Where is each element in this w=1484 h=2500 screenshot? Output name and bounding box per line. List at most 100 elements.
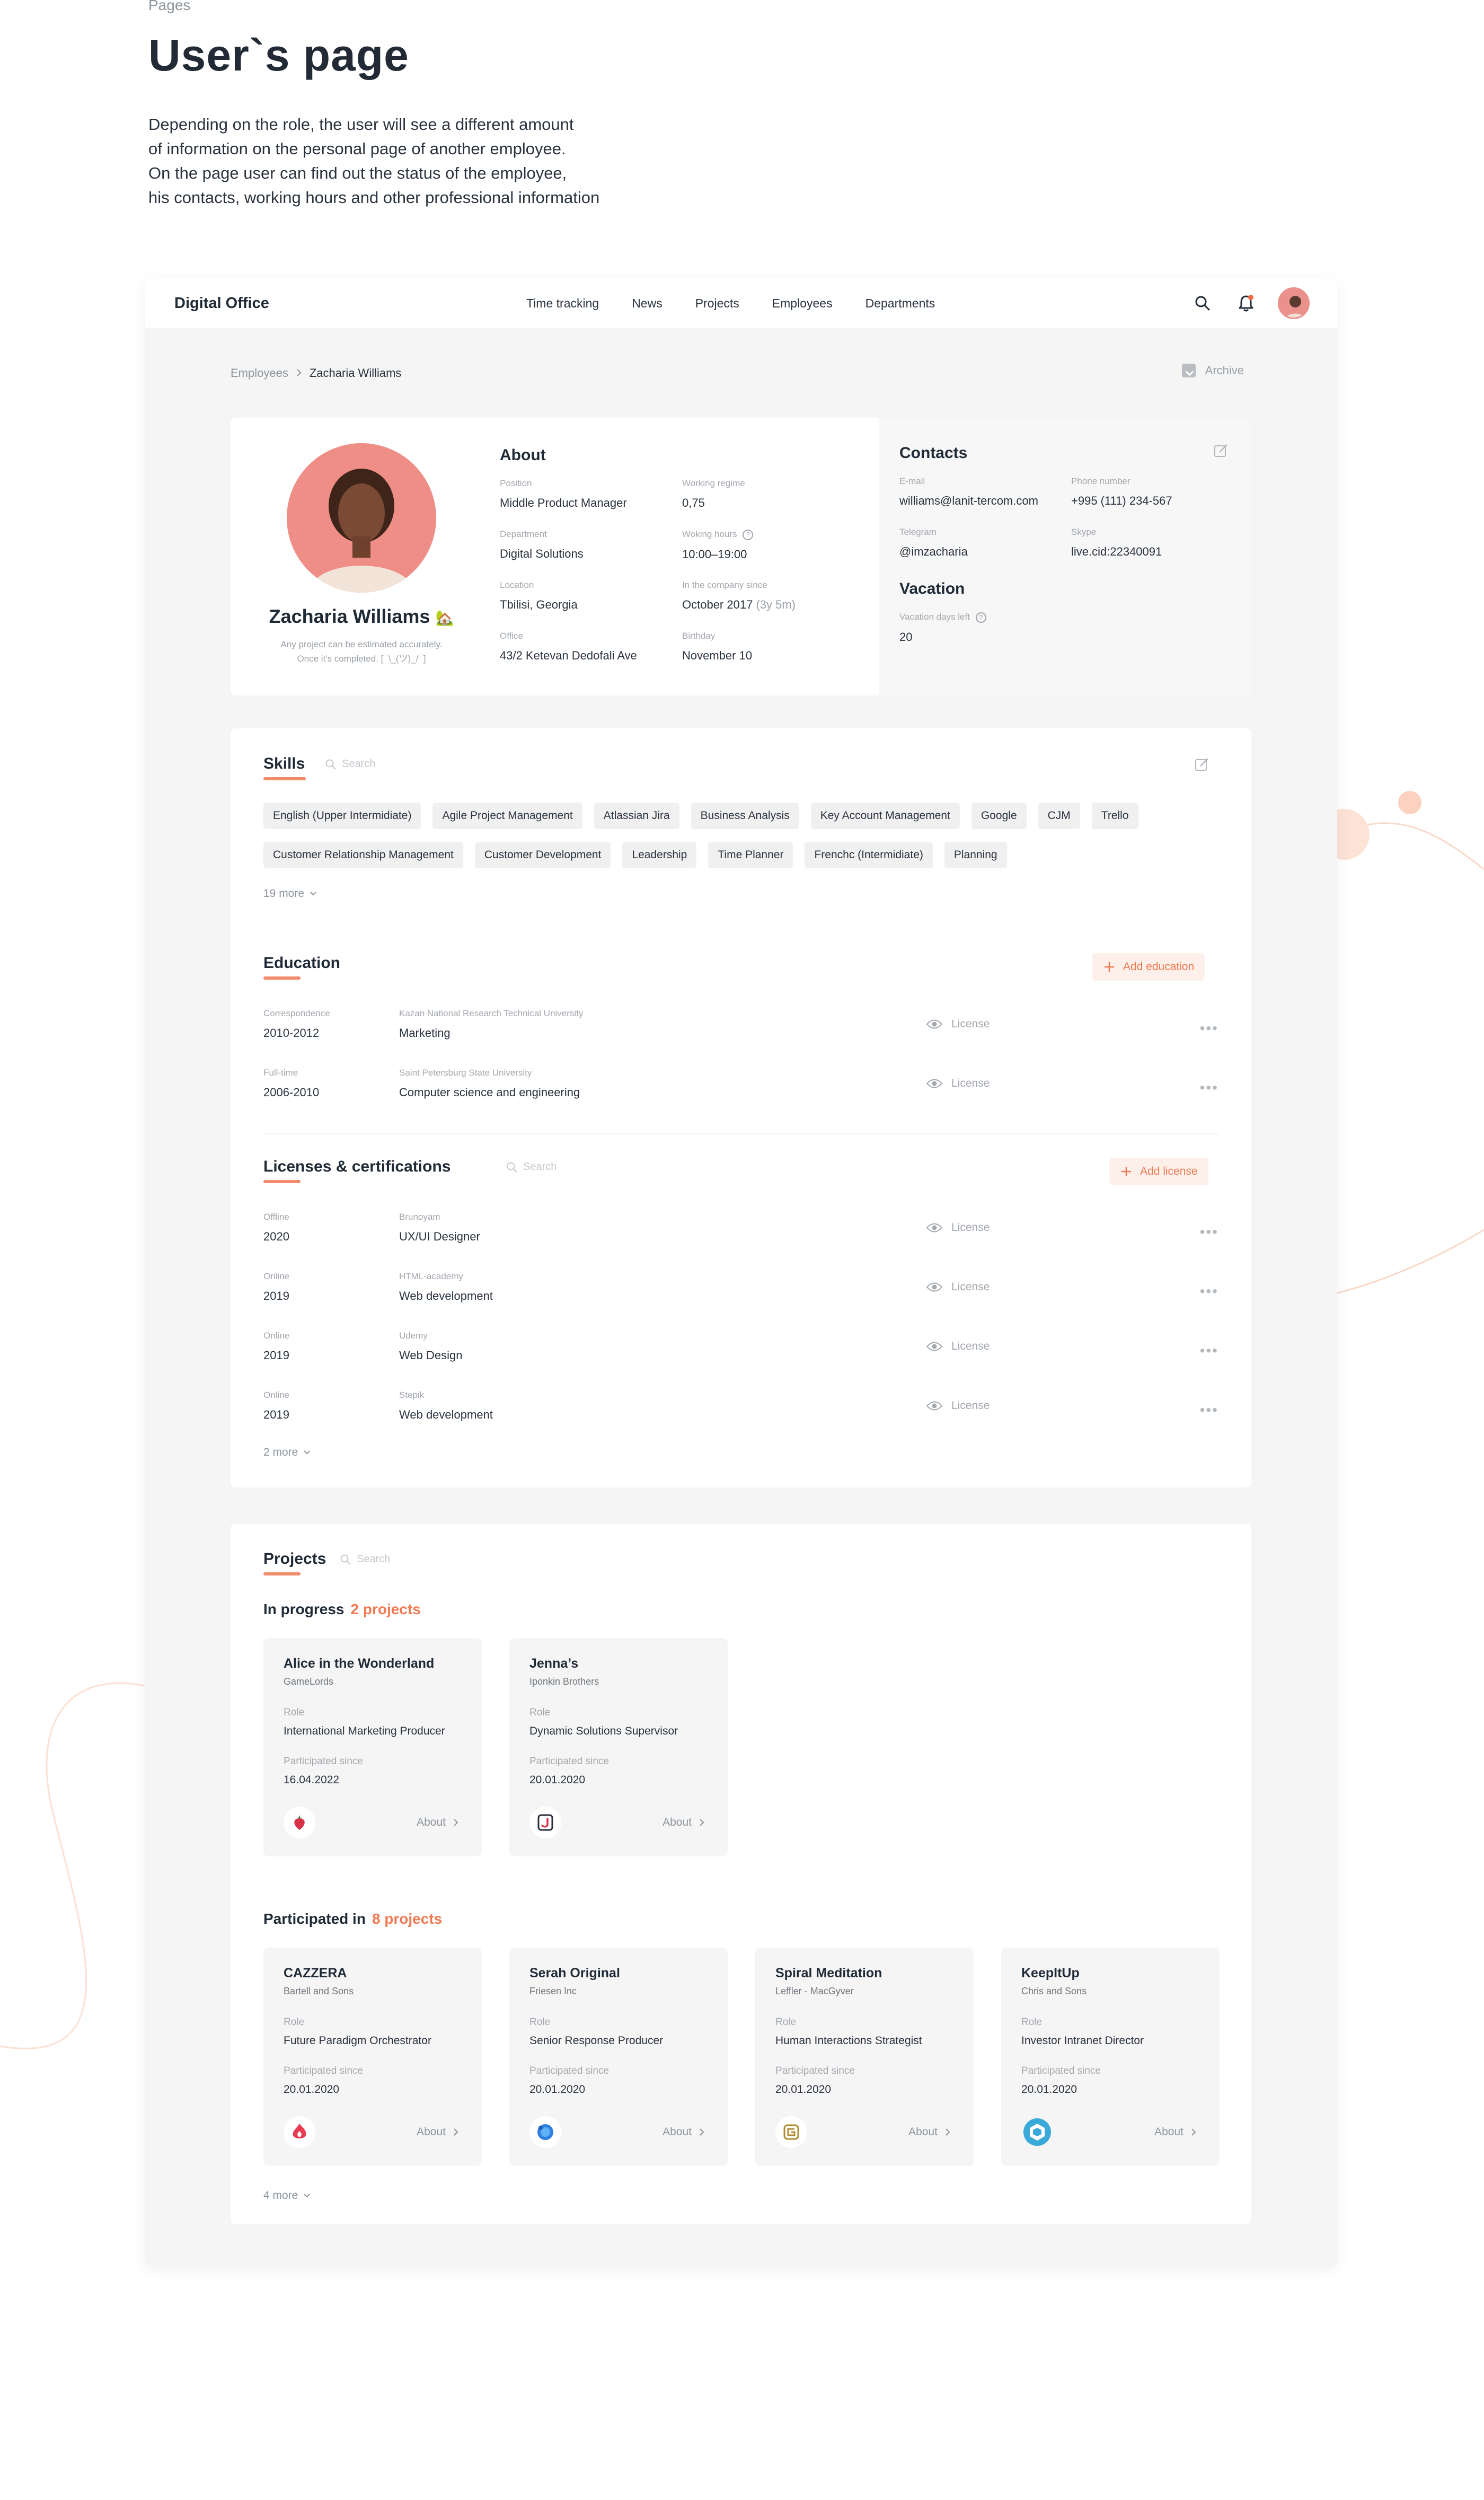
skills-more-button[interactable]: 19 more [263, 887, 317, 900]
licenses-more-button[interactable]: 2 more [263, 1446, 311, 1459]
bell-icon[interactable] [1234, 292, 1258, 315]
app-logo[interactable]: Digital Office [174, 295, 269, 312]
archive-button[interactable]: Archive [1181, 364, 1244, 377]
project-card[interactable]: Spiral Meditation Leffler - MacGyver Rol… [755, 1948, 974, 2166]
view-license-button[interactable]: License [926, 1018, 990, 1031]
archive-label: Archive [1205, 364, 1244, 377]
section-divider [263, 1133, 1218, 1134]
licenses-search-input[interactable]: Search [506, 1161, 556, 1173]
add-license-button[interactable]: Add license [1109, 1158, 1208, 1185]
search-icon[interactable] [1191, 292, 1214, 315]
skill-tag[interactable]: Key Account Management [810, 803, 960, 829]
contacts-panel: Contacts E-mail williams@lanit-tercom.co… [879, 418, 1251, 696]
letter-j-logo-icon [529, 1807, 561, 1838]
skill-tag[interactable]: Customer Relationship Management [263, 842, 463, 868]
contacts-heading: Contacts [899, 444, 968, 462]
projects-search-input[interactable]: Search [340, 1553, 390, 1565]
more-options-icon[interactable]: ••• [1200, 1020, 1218, 1037]
project-about-link[interactable]: About [1154, 2126, 1196, 2138]
nav-employees[interactable]: Employees [772, 296, 833, 311]
edit-contacts-icon[interactable] [1213, 443, 1229, 459]
skill-tag[interactable]: Atlassian Jira [594, 803, 679, 829]
project-about-link[interactable]: About [417, 2126, 458, 2138]
avatar[interactable] [1278, 287, 1310, 319]
eye-icon [926, 1282, 943, 1292]
project-about-link[interactable]: About [662, 1816, 704, 1829]
skill-tag[interactable]: Google [971, 803, 1027, 829]
skill-tag[interactable]: CJM [1038, 803, 1080, 829]
education-row: Full-time 2006-2010 Saint Petersburg Stat… [263, 1068, 1218, 1099]
project-card[interactable]: Jenna’s Iponkin Brothers Role Dynamic So… [509, 1638, 728, 1856]
education-heading: Education [263, 954, 341, 972]
info-icon[interactable]: ? [743, 530, 754, 540]
about-heading: About [500, 446, 546, 464]
edit-skills-icon[interactable] [1194, 757, 1210, 773]
skill-tag[interactable]: English (Upper Intermidiate) [263, 803, 421, 829]
project-about-link[interactable]: About [662, 2126, 704, 2138]
breadcrumb: Employees Zacharia Williams [231, 366, 401, 380]
skills-search-input[interactable]: Search [325, 758, 375, 770]
field-birthday: Birthday November 10 [682, 631, 753, 662]
view-license-button[interactable]: License [926, 1340, 990, 1353]
skill-tag[interactable]: Frenchc (Intermidiate) [805, 842, 933, 868]
nav-news[interactable]: News [632, 296, 662, 311]
skills-row-2: Customer Relationship Management Custome… [263, 842, 1217, 868]
field-company-since: In the company since October 2017 (3y 5m… [682, 580, 796, 611]
professional-info-card: Skills Search English (Upper Intermidiat… [231, 728, 1251, 1487]
search-icon [325, 759, 336, 770]
add-education-button[interactable]: Add education [1092, 953, 1205, 981]
skills-tags: English (Upper Intermidiate) Agile Proje… [263, 803, 1217, 881]
nav-time-tracking[interactable]: Time tracking [526, 296, 599, 311]
more-options-icon[interactable]: ••• [1200, 1223, 1218, 1240]
top-actions [1191, 287, 1310, 319]
app-window: Digital Office Time tracking News Projec… [145, 279, 1337, 2267]
license-row: Online 2019 HTML-academy Web development L… [263, 1271, 1218, 1302]
house-emoji-icon: 🏡 [435, 609, 454, 627]
view-license-button[interactable]: License [926, 1281, 990, 1293]
skill-tag[interactable]: Leadership [622, 842, 697, 868]
project-card[interactable]: KeepItUp Chris and Sons Role Investor In… [1001, 1948, 1220, 2166]
project-card[interactable]: Alice in the Wonderland GameLords Role I… [263, 1638, 482, 1856]
skill-tag[interactable]: Trello [1091, 803, 1138, 829]
field-working-hours: Woking hours ? 10:00–19:00 [682, 529, 754, 561]
education-row: Correspondence 2010-2012 Kazan National R… [263, 1008, 1218, 1040]
profile-card: Zacharia Williams 🏡 Any project can be e… [231, 418, 1251, 696]
project-card[interactable]: CAZZERA Bartell and Sons Role Future Par… [263, 1948, 482, 2166]
nav-departments[interactable]: Departments [865, 296, 935, 311]
breadcrumb-employees[interactable]: Employees [231, 366, 288, 380]
info-icon[interactable]: ? [975, 612, 986, 623]
project-about-link[interactable]: About [417, 1816, 458, 1829]
field-email: E-mail williams@lanit-tercom.com [899, 476, 1038, 507]
flame-logo-icon [284, 2116, 315, 2148]
more-options-icon[interactable]: ••• [1200, 1402, 1218, 1419]
field-location: Location Tbilisi, Georgia [500, 580, 578, 611]
skill-tag[interactable]: Time Planner [708, 842, 793, 868]
project-about-link[interactable]: About [908, 2126, 950, 2138]
view-license-button[interactable]: License [926, 1077, 990, 1090]
strawberry-logo-icon [284, 1807, 315, 1838]
plus-icon [1121, 1167, 1131, 1176]
projects-more-button[interactable]: 4 more [263, 2189, 311, 2202]
more-options-icon[interactable]: ••• [1200, 1342, 1218, 1359]
chevron-down-icon [304, 1450, 311, 1455]
skill-tag[interactable]: Business Analysis [691, 803, 799, 829]
view-license-button[interactable]: License [926, 1399, 990, 1412]
plus-icon [1105, 962, 1114, 972]
page-title: User`s page [148, 30, 409, 80]
user-name: Zacharia Williams 🏡 [269, 605, 454, 627]
skill-tag[interactable]: Customer Development [474, 842, 611, 868]
view-license-button[interactable]: License [926, 1221, 990, 1234]
skill-tag[interactable]: Planning [944, 842, 1007, 868]
field-skype: Skype live.cid:22340091 [1071, 527, 1162, 558]
licenses-heading: Licenses & certifications [263, 1158, 451, 1175]
more-options-icon[interactable]: ••• [1200, 1079, 1218, 1096]
chevron-right-icon [454, 1819, 458, 1826]
heading-underline [263, 1180, 301, 1183]
field-department: Department Digital Solutions [500, 529, 584, 560]
heading-underline [263, 1572, 301, 1575]
project-card[interactable]: Serah Original Friesen Inc Role Senior R… [509, 1948, 728, 2166]
more-options-icon[interactable]: ••• [1200, 1283, 1218, 1300]
field-telegram: Telegram @imzacharia [899, 527, 968, 558]
skill-tag[interactable]: Agile Project Management [432, 803, 582, 829]
nav-projects[interactable]: Projects [695, 296, 739, 311]
